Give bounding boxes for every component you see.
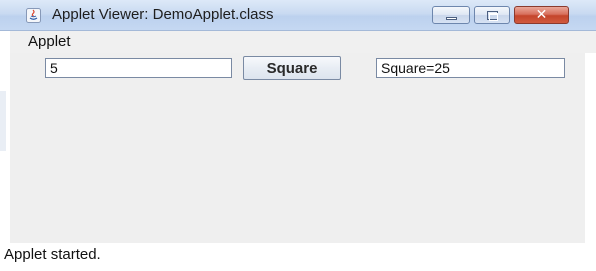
minimize-icon [446,17,457,20]
menu-applet[interactable]: Applet [28,33,71,50]
status-text: Applet started. [4,246,101,263]
close-icon: ✕ [535,7,548,23]
square-button[interactable]: Square [243,56,341,80]
status-bar: Applet started. [0,243,596,271]
close-button[interactable]: ✕ [514,6,569,24]
result-field[interactable] [376,58,565,78]
maximize-button[interactable] [474,6,510,24]
window-title: Applet Viewer: DemoApplet.class [52,6,274,23]
window-left-edge [0,31,10,271]
applet-content-area: Square [10,53,585,243]
number-input[interactable] [45,58,232,78]
menu-bar: Applet [10,31,596,53]
window-right-edge [585,53,596,243]
applet-viewer-window: Applet Viewer: DemoApplet.class ✕ Applet… [0,0,596,271]
maximize-icon [487,11,498,21]
title-bar[interactable]: Applet Viewer: DemoApplet.class ✕ [0,0,596,31]
minimize-button[interactable] [432,6,470,24]
java-icon [26,8,41,23]
